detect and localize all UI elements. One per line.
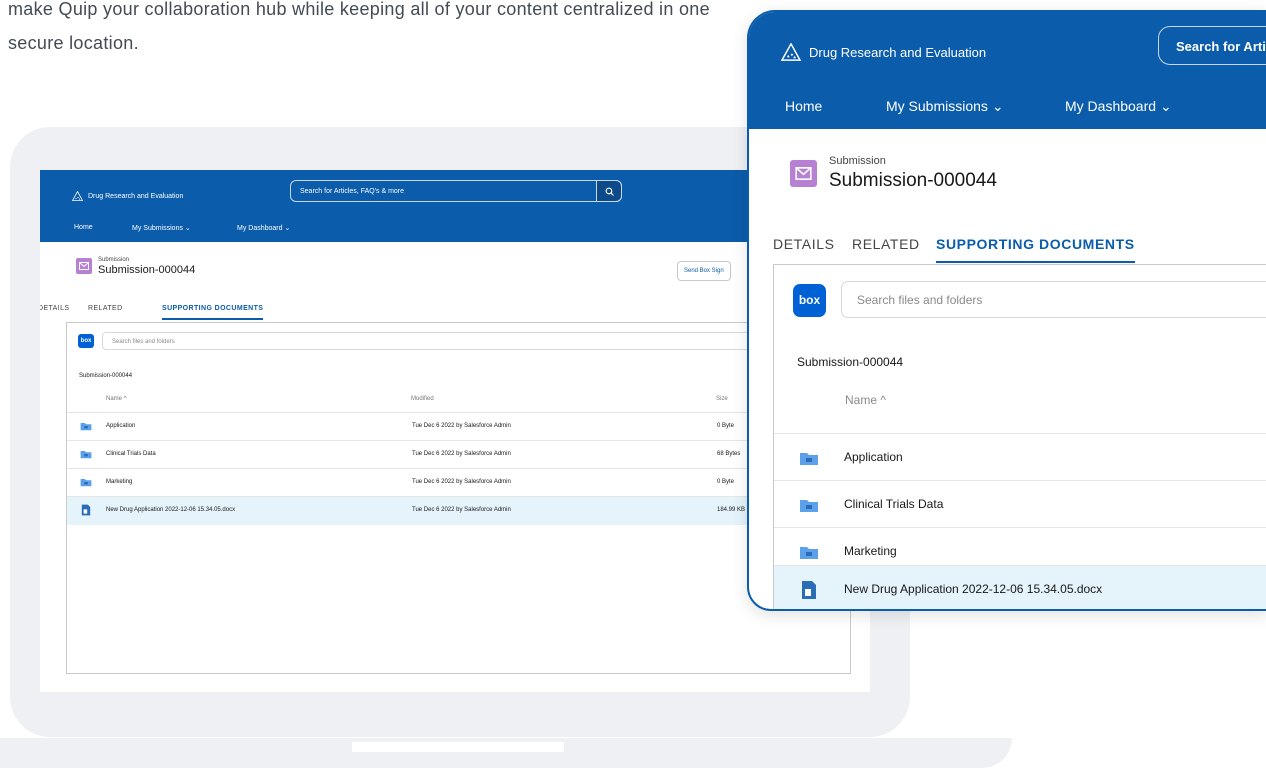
zoomed-card: Drug Research and Evaluation Search for … (747, 10, 1266, 611)
search-icon (605, 187, 614, 196)
search-input-zoom[interactable]: Search for Articles (1158, 26, 1266, 65)
row-size: 184.99 KB (717, 507, 746, 513)
row-size: 0 Byte (717, 423, 735, 429)
box-logo-icon: box (78, 334, 94, 348)
folder-icon (80, 451, 92, 459)
record-name: Submission-000044 (829, 170, 997, 191)
row-name: Marketing (844, 544, 897, 558)
nav-my-dashboard[interactable]: My Dashboard ⌄ (237, 224, 290, 232)
column-header-name-zoom[interactable]: Name ^ (845, 393, 886, 407)
search-input[interactable]: Search for Articles, FAQ's & more (290, 180, 622, 202)
brand-logo-icon (72, 191, 83, 201)
laptop-notch (352, 742, 564, 752)
row-modified: Tue Dec 6 2022 by Salesforce Admin (412, 423, 511, 429)
box-logo-icon: box (793, 284, 826, 317)
row-name: Application (106, 423, 136, 429)
chevron-down-icon: ⌄ (1159, 98, 1172, 114)
row-modified: Tue Dec 6 2022 by Salesforce Admin (412, 451, 511, 457)
docx-file-icon (81, 504, 91, 516)
row-size: 0 Byte (717, 479, 735, 485)
nav-my-dashboard-zoom[interactable]: My Dashboard ⌄ (1065, 98, 1172, 115)
column-name-label: Name (106, 396, 123, 402)
folder-icon (800, 547, 818, 559)
nav-my-dashboard-label: My Dashboard (1065, 98, 1157, 114)
nav-my-submissions-label: My Submissions (886, 98, 988, 114)
table-row[interactable]: Marketing Tue Dec 6 2022 by Salesforce A… (67, 468, 857, 497)
row-modified: Tue Dec 6 2022 by Salesforce Admin (412, 507, 511, 513)
sort-ascending-icon: ^ (880, 393, 886, 407)
folder-breadcrumb-zoom[interactable]: Submission-000044 (797, 355, 903, 369)
column-header-modified[interactable]: Modified (411, 396, 434, 402)
row-name: Application (844, 450, 903, 464)
folder-icon (800, 453, 818, 465)
file-search-input-zoom[interactable]: Search files and folders (841, 281, 1266, 318)
laptop-screen: Drug Research and Evaluation Search for … (40, 170, 870, 692)
search-placeholder: Search for Articles, FAQ's & more (300, 188, 405, 195)
sort-ascending-icon: ^ (123, 396, 127, 402)
nav-home-zoom[interactable]: Home (785, 98, 822, 114)
brand[interactable]: Drug Research and Evaluation (72, 191, 183, 201)
table-row[interactable]: Clinical Trials Data Tue Dec 6 2022 by S… (67, 440, 857, 469)
row-name: Clinical Trials Data (844, 497, 944, 511)
tab-related[interactable]: RELATED (88, 305, 123, 312)
nav-my-submissions-label: My Submissions (132, 225, 183, 232)
brand-zoom[interactable]: Drug Research and Evaluation (781, 43, 986, 61)
tab-details[interactable]: DETAILS (40, 305, 69, 312)
tab-details-zoom[interactable]: DETAILS (773, 236, 835, 252)
table-row-selected[interactable]: New Drug Application 2022-12-06 15.34.05… (67, 496, 857, 525)
docx-file-icon (802, 581, 816, 599)
folder-icon (80, 423, 92, 431)
row-modified: Tue Dec 6 2022 by Salesforce Admin (412, 479, 511, 485)
table-row[interactable]: Application Tue Dec 6 2022 by Salesforce… (67, 412, 857, 441)
column-name-label: Name (845, 393, 878, 407)
column-header-name[interactable]: Name ^ (106, 396, 127, 402)
tab-supporting-documents-zoom[interactable]: SUPPORTING DOCUMENTS (936, 236, 1135, 263)
submission-icon (76, 258, 92, 274)
submission-icon (790, 160, 817, 187)
intro-paragraph: make Quip your collaboration hub while k… (8, 0, 710, 53)
row-name: New Drug Application 2022-12-06 15.34.05… (844, 582, 1103, 596)
brand-name: Drug Research and Evaluation (809, 44, 987, 60)
chevron-down-icon: ⌄ (184, 225, 191, 232)
nav-my-submissions[interactable]: My Submissions ⌄ (132, 224, 191, 232)
table-row[interactable]: Clinical Trials Data (774, 480, 1266, 528)
nav-my-submissions-zoom[interactable]: My Submissions ⌄ (886, 98, 1004, 115)
nav-home[interactable]: Home (74, 224, 93, 231)
search-button[interactable] (596, 180, 622, 202)
chevron-down-icon: ⌄ (284, 225, 291, 232)
table-row[interactable]: Application (774, 433, 1266, 481)
chevron-down-icon: ⌄ (991, 98, 1004, 114)
row-name: Clinical Trials Data (106, 451, 156, 457)
tab-related-zoom[interactable]: RELATED (852, 236, 920, 252)
record-object-label: Submission (98, 257, 130, 263)
row-size: 68 Bytes (717, 451, 741, 457)
row-name: New Drug Application 2022-12-06 15.34.05… (106, 507, 236, 513)
folder-breadcrumb[interactable]: Submission-000044 (79, 373, 132, 379)
folder-icon (80, 479, 92, 487)
tab-supporting-documents[interactable]: SUPPORTING DOCUMENTS (162, 305, 264, 320)
send-box-sign-button[interactable]: Send Box Sign (677, 261, 731, 281)
nav-my-dashboard-label: My Dashboard (237, 225, 283, 232)
column-header-size[interactable]: Size (716, 396, 728, 402)
app-header: Drug Research and Evaluation Search for … (40, 170, 870, 242)
brand-name: Drug Research and Evaluation (88, 192, 184, 200)
brand-logo-icon (781, 43, 801, 61)
folder-icon (800, 500, 818, 512)
row-name: Marketing (106, 479, 133, 485)
table-row-selected[interactable]: New Drug Application 2022-12-06 15.34.05… (774, 565, 1266, 609)
record-name: Submission-000044 (98, 264, 196, 276)
record-object-label: Submission (829, 155, 886, 167)
app-header-zoom: Drug Research and Evaluation Search for … (749, 12, 1266, 129)
